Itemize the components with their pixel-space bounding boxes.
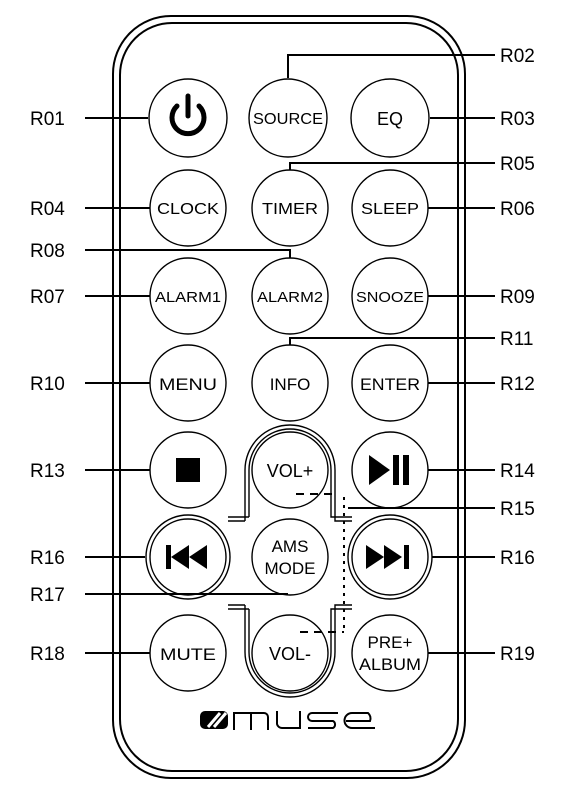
callout-r13: R13 bbox=[30, 461, 65, 482]
muse-logo-wordmark bbox=[233, 711, 375, 730]
svg-text:MODE: MODE bbox=[265, 559, 316, 578]
ams-mode-button[interactable]: AMS MODE bbox=[251, 518, 329, 596]
enter-button[interactable]: ENTER bbox=[351, 344, 429, 422]
callout-r06: R06 bbox=[500, 199, 535, 220]
svg-text:VOL+: VOL+ bbox=[267, 461, 314, 481]
pre-album-button[interactable]: PRE+ ALBUM bbox=[351, 614, 429, 692]
alarm2-button[interactable]: ALARM2 bbox=[251, 257, 329, 335]
svg-text:ALBUM: ALBUM bbox=[359, 655, 421, 674]
power-button[interactable] bbox=[148, 78, 228, 158]
callout-r10: R10 bbox=[30, 374, 65, 395]
next-button[interactable] bbox=[347, 514, 433, 600]
play-pause-icon bbox=[369, 455, 409, 485]
callout-r05: R05 bbox=[500, 154, 535, 175]
svg-text:EQ: EQ bbox=[377, 109, 403, 129]
callout-r15: R15 bbox=[500, 499, 535, 520]
vol-down-button[interactable]: VOL- bbox=[251, 614, 329, 692]
callout-r03: R03 bbox=[500, 109, 535, 130]
svg-text:TIMER: TIMER bbox=[262, 201, 318, 218]
svg-text:ALARM1: ALARM1 bbox=[155, 289, 221, 306]
callout-r17: R17 bbox=[30, 585, 65, 606]
sleep-button[interactable]: SLEEP bbox=[351, 169, 429, 247]
callout-r08: R08 bbox=[30, 241, 65, 262]
source-button[interactable]: SOURCE bbox=[248, 78, 328, 158]
svg-text:AMS: AMS bbox=[272, 537, 309, 556]
timer-button[interactable]: TIMER bbox=[251, 169, 329, 247]
callout-r16-left: R16 bbox=[30, 548, 65, 569]
power-icon bbox=[169, 93, 207, 137]
muse-logo bbox=[200, 711, 375, 730]
clock-button[interactable]: CLOCK bbox=[149, 169, 227, 247]
callout-r19: R19 bbox=[500, 644, 535, 665]
info-button[interactable]: INFO bbox=[251, 344, 329, 422]
svg-text:MENU: MENU bbox=[159, 375, 217, 394]
svg-text:PRE+: PRE+ bbox=[368, 633, 413, 652]
menu-button[interactable]: MENU bbox=[149, 344, 227, 422]
svg-text:VOL-: VOL- bbox=[269, 644, 311, 664]
skip-previous-icon bbox=[166, 545, 207, 569]
callout-r16-right: R16 bbox=[500, 548, 535, 569]
stop-button[interactable] bbox=[149, 431, 227, 509]
callout-r11: R11 bbox=[500, 329, 533, 350]
callout-r07: R07 bbox=[30, 287, 65, 308]
muse-logo-mark bbox=[200, 711, 228, 729]
callout-r09: R09 bbox=[500, 287, 535, 308]
svg-text:ALARM2: ALARM2 bbox=[257, 289, 323, 306]
svg-text:CLOCK: CLOCK bbox=[157, 201, 219, 218]
play-pause-button[interactable] bbox=[351, 431, 429, 509]
svg-text:MUTE: MUTE bbox=[160, 645, 216, 664]
mute-button[interactable]: MUTE bbox=[149, 614, 227, 692]
stop-icon bbox=[176, 458, 200, 482]
callout-r12: R12 bbox=[500, 374, 535, 395]
callout-r18: R18 bbox=[30, 644, 65, 665]
callout-r01: R01 bbox=[30, 109, 65, 130]
callout-r04: R04 bbox=[30, 199, 65, 220]
remote-control-diagram: R01 R02 R03 R04 R05 R06 R08 R07 R09 R11 … bbox=[30, 15, 535, 779]
svg-text:SLEEP: SLEEP bbox=[361, 201, 419, 218]
callout-r02: R02 bbox=[500, 46, 535, 67]
svg-text:SNOOZE: SNOOZE bbox=[356, 289, 424, 306]
skip-next-icon bbox=[366, 545, 409, 569]
previous-button[interactable] bbox=[145, 514, 231, 600]
vol-up-button[interactable]: VOL+ bbox=[251, 431, 329, 509]
svg-text:ENTER: ENTER bbox=[360, 375, 420, 394]
eq-button[interactable]: EQ bbox=[350, 78, 430, 158]
snooze-button[interactable]: SNOOZE bbox=[351, 257, 429, 335]
callout-r14: R14 bbox=[500, 461, 535, 482]
svg-text:SOURCE: SOURCE bbox=[253, 111, 323, 128]
alarm1-button[interactable]: ALARM1 bbox=[149, 257, 227, 335]
svg-text:INFO: INFO bbox=[270, 375, 311, 394]
